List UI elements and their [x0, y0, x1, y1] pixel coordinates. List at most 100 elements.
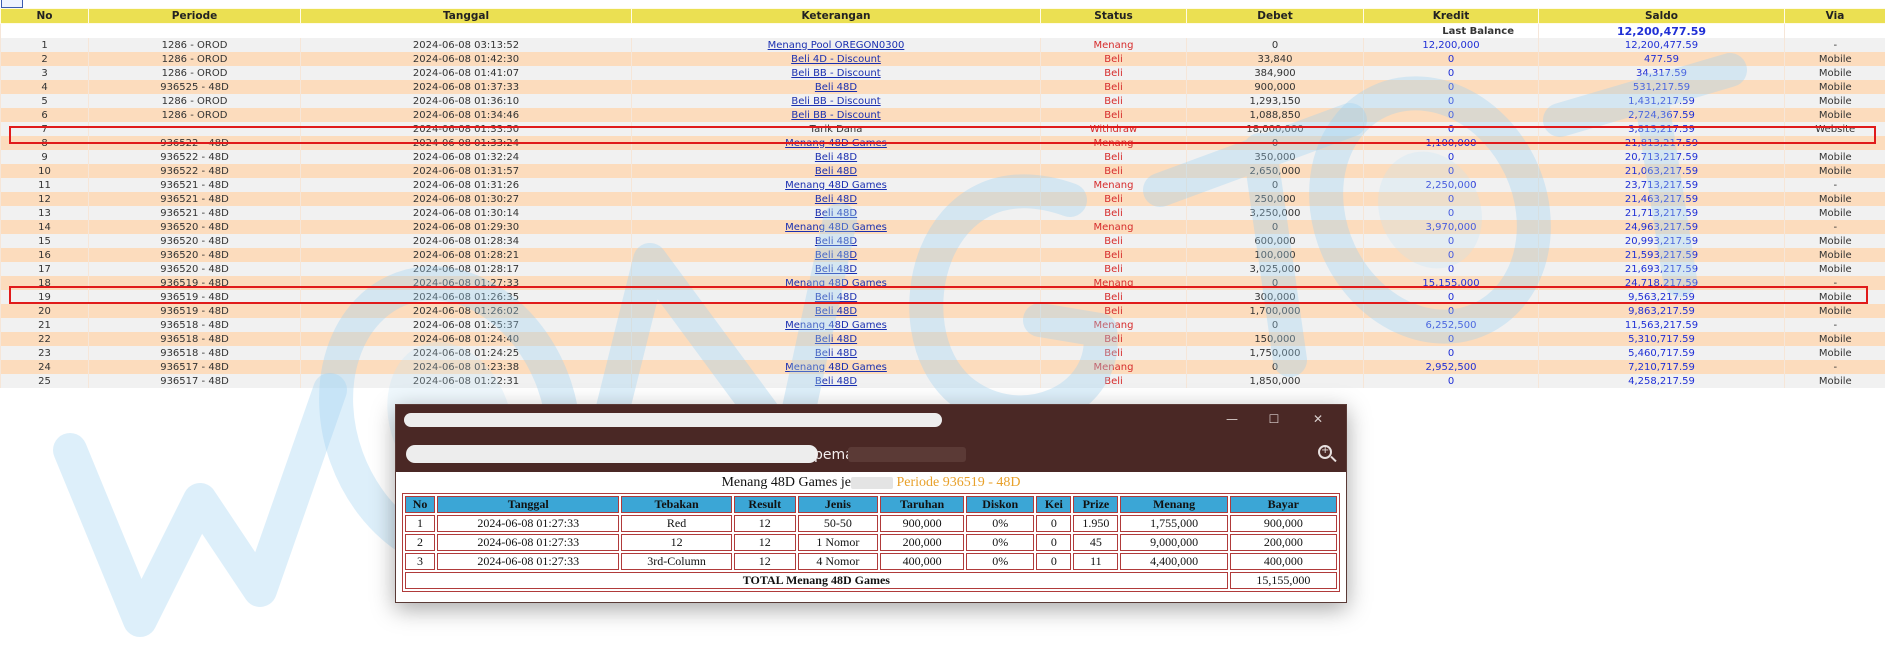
- cell-tanggal: 2024-06-08 01:33:24: [300, 136, 632, 150]
- cell-via: Mobile: [1784, 66, 1885, 80]
- bet-cell: 45: [1073, 534, 1119, 551]
- cell-tanggal: 2024-06-08 01:28:34: [300, 234, 632, 248]
- cell-no: 22: [0, 332, 89, 346]
- cell-keterangan[interactable]: Beli 48D: [631, 346, 1041, 360]
- cell-periode: 936522 - 48D: [88, 150, 301, 164]
- table-row: 3 1286 - OROD 2024-06-08 01:41:07 Beli BB -…: [0, 66, 1885, 80]
- last-balance-value: 12,200,477.59: [1538, 23, 1785, 38]
- last-balance-label: Last Balance: [0, 23, 1539, 38]
- table-row: 24 936517 - 48D 2024-06-08 01:23:38 Menang …: [0, 360, 1885, 374]
- bet-cell: 1 Nomor: [797, 534, 878, 551]
- cell-status: Beli: [1040, 52, 1187, 66]
- cell-keterangan[interactable]: Menang 48D Games: [631, 220, 1041, 234]
- cell-saldo: 24,718,217.59: [1538, 276, 1785, 290]
- cell-tanggal: 2024-06-08 01:26:35: [300, 290, 632, 304]
- cell-debet: 300,000: [1186, 290, 1364, 304]
- minimize-button[interactable]: —: [1225, 412, 1239, 426]
- cell-keterangan[interactable]: Beli 48D: [631, 374, 1041, 388]
- bet-col-prize: Prize: [1073, 496, 1119, 513]
- cell-saldo: 531,217.59: [1538, 80, 1785, 94]
- window-icon[interactable]: [1, 0, 23, 8]
- cell-debet: 33,840: [1186, 52, 1364, 66]
- cell-kredit: 0: [1363, 94, 1539, 108]
- cell-kredit: 0: [1363, 206, 1539, 220]
- cell-debet: 0: [1186, 276, 1364, 290]
- cell-debet: 18,000,000: [1186, 122, 1364, 136]
- cell-tanggal: 2024-06-08 01:36:10: [300, 94, 632, 108]
- cell-saldo: 20,993,217.59: [1538, 234, 1785, 248]
- cell-saldo: 11,563,217.59: [1538, 318, 1785, 332]
- cell-via: -: [1784, 276, 1885, 290]
- cell-keterangan[interactable]: Beli 48D: [631, 248, 1041, 262]
- cell-saldo: 477.59: [1538, 52, 1785, 66]
- cell-keterangan[interactable]: Menang 48D Games: [631, 318, 1041, 332]
- cell-tanggal: 2024-06-08 03:13:52: [300, 38, 632, 52]
- cell-keterangan[interactable]: Beli 48D: [631, 290, 1041, 304]
- cell-tanggal: 2024-06-08 01:30:27: [300, 192, 632, 206]
- cell-keterangan[interactable]: Beli 48D: [631, 80, 1041, 94]
- popup-heading-title: Menang 48D Games je: [721, 475, 851, 490]
- cell-keterangan[interactable]: Menang 48D Games: [631, 276, 1041, 290]
- cell-keterangan[interactable]: Menang 48D Games: [631, 136, 1041, 150]
- bet-cell: 1: [405, 515, 436, 532]
- maximize-button[interactable]: ☐: [1267, 412, 1281, 426]
- cell-no: 7: [0, 122, 89, 136]
- cell-status: Menang: [1040, 360, 1187, 374]
- cell-via: Mobile: [1784, 374, 1885, 388]
- cell-kredit: 0: [1363, 150, 1539, 164]
- cell-via: -: [1784, 38, 1885, 52]
- detail-popup-window: — ☐ ✕ pemain=je + Menang 48D Games je Pe…: [395, 404, 1347, 603]
- cell-saldo: 2,724,367.59: [1538, 108, 1785, 122]
- cell-keterangan[interactable]: Beli BB - Discount: [631, 66, 1041, 80]
- cell-no: 18: [0, 276, 89, 290]
- cell-periode: 936520 - 48D: [88, 234, 301, 248]
- cell-keterangan[interactable]: Beli 48D: [631, 192, 1041, 206]
- cell-no: 8: [0, 136, 89, 150]
- cell-no: 20: [0, 304, 89, 318]
- cell-kredit: 0: [1363, 234, 1539, 248]
- bet-total-row: TOTAL Menang 48D Games 15,155,000: [405, 572, 1337, 589]
- table-row: 17 936520 - 48D 2024-06-08 01:28:17 Beli 48…: [0, 262, 1885, 276]
- cell-keterangan[interactable]: Beli 48D: [631, 304, 1041, 318]
- table-row: 5 1286 - OROD 2024-06-08 01:36:10 Beli BB -…: [0, 94, 1885, 108]
- cell-keterangan[interactable]: Menang Pool OREGON0300: [631, 38, 1041, 52]
- cell-debet: 384,900: [1186, 66, 1364, 80]
- cell-periode: 936522 - 48D: [88, 136, 301, 150]
- cell-keterangan[interactable]: Beli 48D: [631, 150, 1041, 164]
- popup-urlbar[interactable]: pemain=je +: [396, 434, 1346, 472]
- bet-col-tanggal: Tanggal: [437, 496, 620, 513]
- cell-via: Mobile: [1784, 262, 1885, 276]
- cell-keterangan[interactable]: Beli 48D: [631, 164, 1041, 178]
- cell-keterangan[interactable]: Menang 48D Games: [631, 178, 1041, 192]
- cell-periode: 936521 - 48D: [88, 178, 301, 192]
- cell-debet: 600,000: [1186, 234, 1364, 248]
- cell-tanggal: 2024-06-08 01:25:37: [300, 318, 632, 332]
- cell-kredit: 1,100,000: [1363, 136, 1539, 150]
- cell-keterangan[interactable]: Menang 48D Games: [631, 360, 1041, 374]
- cell-no: 4: [0, 80, 89, 94]
- bet-total-value: 15,155,000: [1229, 572, 1337, 589]
- bet-row: 3 2024-06-08 01:27:33 3rd-Column 12 4 Nomor 4…: [405, 553, 1337, 570]
- bet-cell: 0: [1036, 515, 1072, 532]
- table-row: 15 936520 - 48D 2024-06-08 01:28:34 Beli 48…: [0, 234, 1885, 248]
- cell-no: 11: [0, 178, 89, 192]
- magnifier-plus-icon[interactable]: +: [1318, 445, 1332, 459]
- cell-via: Website: [1784, 122, 1885, 136]
- cell-keterangan[interactable]: Beli 48D: [631, 332, 1041, 346]
- cell-saldo: 21,813,217.59: [1538, 136, 1785, 150]
- cell-via: Mobile: [1784, 290, 1885, 304]
- cell-periode: 1286 - OROD: [88, 94, 301, 108]
- cell-keterangan[interactable]: Beli 4D - Discount: [631, 52, 1041, 66]
- cell-saldo: 5,460,717.59: [1538, 346, 1785, 360]
- cell-keterangan[interactable]: Beli BB - Discount: [631, 108, 1041, 122]
- cell-no: 23: [0, 346, 89, 360]
- cell-keterangan[interactable]: Beli 48D: [631, 206, 1041, 220]
- cell-keterangan[interactable]: Beli 48D: [631, 262, 1041, 276]
- close-button[interactable]: ✕: [1311, 412, 1325, 426]
- cell-keterangan[interactable]: Beli 48D: [631, 234, 1041, 248]
- bet-cell: Red: [621, 515, 732, 532]
- cell-keterangan[interactable]: Beli BB - Discount: [631, 94, 1041, 108]
- bet-cell: 50-50: [797, 515, 878, 532]
- cell-via: Mobile: [1784, 94, 1885, 108]
- cell-debet: 100,000: [1186, 248, 1364, 262]
